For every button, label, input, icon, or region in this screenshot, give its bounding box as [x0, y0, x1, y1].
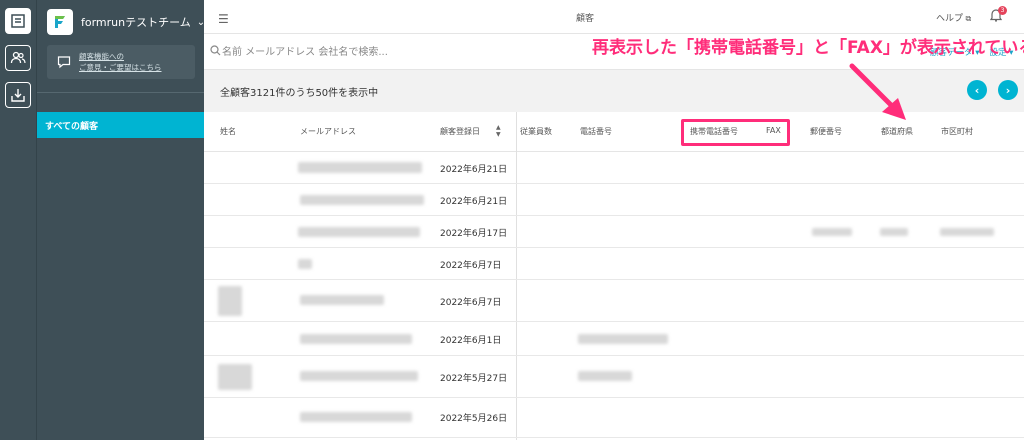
col-zip[interactable]: 郵便番号	[810, 126, 842, 137]
blurred-email	[300, 195, 424, 205]
feedback-link[interactable]: 顧客機能への ご意見・ご要望はこちら	[47, 45, 195, 79]
registered-date: 2022年6月7日	[440, 261, 502, 271]
sidebar-divider	[37, 92, 205, 93]
sidebar-item-all-customers[interactable]: すべての顧客	[37, 112, 205, 138]
chevron-left-icon: ‹	[974, 83, 980, 97]
blurred-name	[218, 286, 242, 316]
table-row[interactable]: 2022年6月1日	[204, 322, 1024, 356]
col-registered[interactable]: 顧客登録日	[440, 126, 480, 137]
hamburger-menu-icon[interactable]: ☰	[218, 12, 229, 26]
col-phone[interactable]: 電話番号	[580, 126, 612, 137]
col-employees[interactable]: 従業員数	[520, 126, 552, 137]
inbox-download-icon	[11, 89, 25, 102]
external-link-icon: ⧉	[963, 14, 972, 23]
col-name[interactable]: 姓名	[220, 126, 236, 137]
registered-date: 2022年5月27日	[440, 374, 508, 384]
team-name: formrunテストチーム	[81, 16, 191, 29]
customers-nav-button[interactable]	[5, 45, 31, 71]
annotation-arrow-icon	[849, 63, 906, 120]
registered-date: 2022年5月26日	[440, 414, 508, 424]
col-email[interactable]: メールアドレス	[300, 126, 356, 137]
feedback-text: 顧客機能への ご意見・ご要望はこちら	[79, 51, 162, 73]
blurred-email	[300, 295, 384, 305]
main-content: ☰ 顧客 ヘルプ ⧉ 3 顧客データ ▾設定 ▾ 全顧客3121件のうち50件を…	[204, 0, 1024, 440]
blurred-email	[298, 227, 420, 237]
icon-rail	[0, 0, 36, 440]
result-count: 全顧客3121件のうち50件を表示中	[220, 88, 379, 99]
page-title: 顧客	[576, 14, 595, 24]
blurred-phone	[578, 371, 632, 381]
top-bar: ☰ 顧客 ヘルプ ⧉ 3	[204, 0, 1024, 34]
registered-date: 2022年6月17日	[440, 229, 508, 239]
blurred-email	[300, 412, 412, 422]
table-row[interactable]: 2022年5月27日	[204, 356, 1024, 398]
col-city[interactable]: 市区町村	[941, 126, 973, 137]
chevron-right-icon: ›	[1005, 83, 1011, 97]
registered-date: 2022年6月1日	[440, 336, 502, 346]
blurred-email	[298, 162, 422, 173]
annotation-text: 再表示した「携帯電話番号」と「FAX」が表示されている	[592, 38, 1024, 58]
prev-page-button[interactable]: ‹	[967, 80, 987, 100]
blurred-prefecture	[880, 228, 908, 236]
table-row[interactable]: 2022年6月17日	[204, 216, 1024, 248]
search-icon	[210, 45, 221, 56]
help-link[interactable]: ヘルプ ⧉	[936, 11, 971, 24]
table-row[interactable]: 2022年6月7日	[204, 280, 1024, 322]
registered-date: 2022年6月21日	[440, 165, 508, 175]
chat-bubble-icon	[57, 56, 71, 69]
annotation-highlight-box	[681, 119, 790, 146]
table-row[interactable]: 2022年5月26日	[204, 398, 1024, 438]
blurred-email	[300, 334, 412, 344]
inbox-nav-button[interactable]	[5, 82, 31, 108]
table-row[interactable]: 2022年6月21日	[204, 184, 1024, 216]
users-icon	[10, 51, 26, 64]
sort-icon[interactable]: ▲ ▼	[496, 124, 501, 138]
col-prefecture[interactable]: 都道府県	[881, 126, 913, 137]
next-page-button[interactable]: ›	[998, 80, 1018, 100]
help-label: ヘルプ	[936, 14, 964, 24]
registered-date: 2022年6月21日	[440, 197, 508, 207]
blurred-phone	[578, 334, 668, 344]
forms-nav-button[interactable]	[5, 8, 31, 34]
blurred-zip	[812, 228, 852, 236]
search-input[interactable]	[222, 42, 402, 62]
blurred-email	[300, 371, 418, 381]
sidebar: formrunテストチーム ⌄ 顧客機能への ご意見・ご要望はこちら すべての顧…	[36, 0, 205, 440]
table-row[interactable]: 2022年6月21日	[204, 152, 1024, 184]
formrun-logo-icon	[47, 9, 73, 35]
feedback-line2: ご意見・ご要望はこちら	[79, 63, 162, 72]
blurred-name	[218, 364, 252, 390]
table-row[interactable]: 2022年6月7日	[204, 248, 1024, 280]
feedback-line1: 顧客機能への	[79, 52, 124, 61]
blurred-city	[940, 228, 994, 236]
notification-badge: 3	[998, 6, 1007, 15]
registered-date: 2022年6月7日	[440, 298, 502, 308]
team-switcher[interactable]: formrunテストチーム ⌄	[47, 8, 205, 36]
blurred-email	[298, 259, 312, 269]
form-list-icon	[11, 14, 25, 28]
